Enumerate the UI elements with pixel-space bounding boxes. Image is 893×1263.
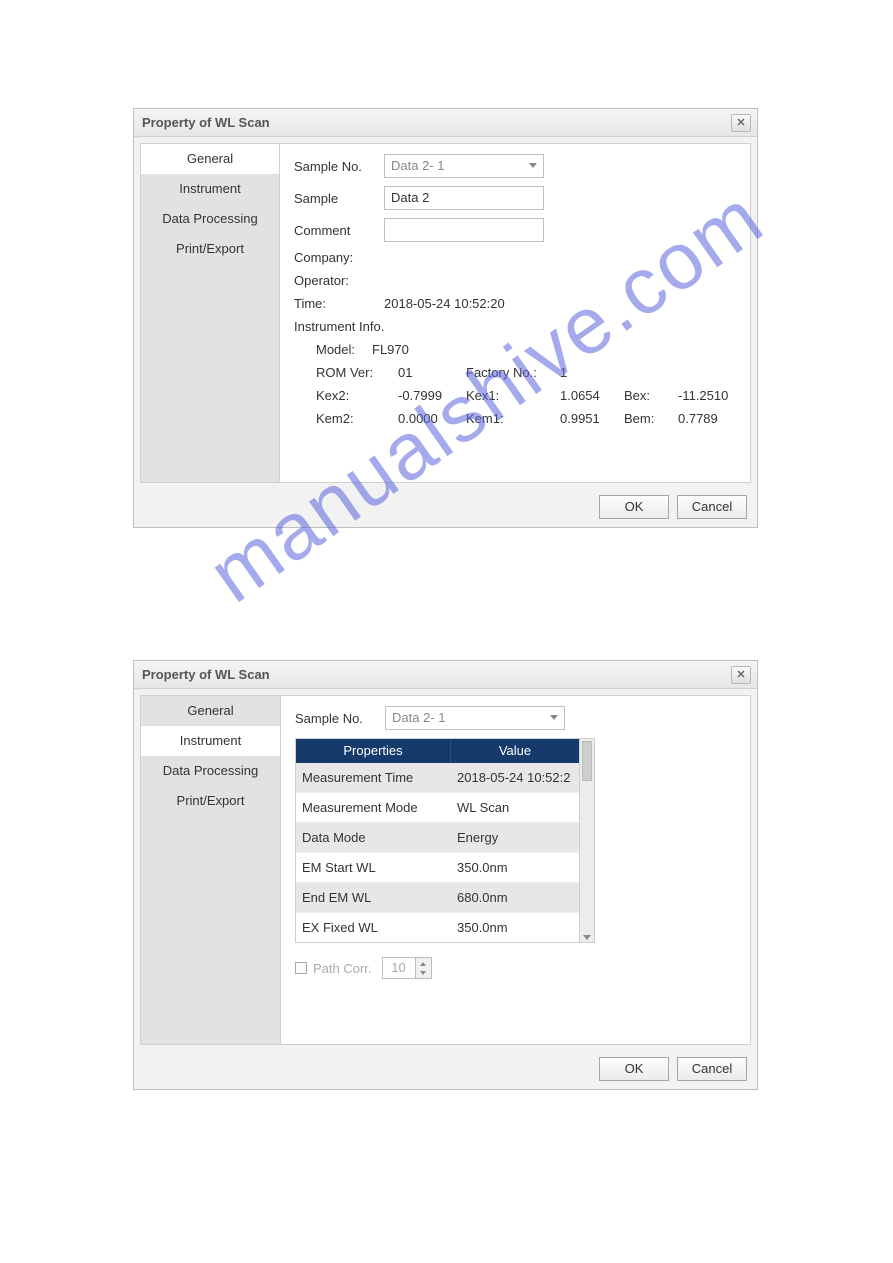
th-value: Value: [451, 739, 579, 763]
path-corr-value: 10: [383, 958, 415, 978]
kex1-value: 1.0654: [560, 388, 620, 403]
bex-label: Bex:: [624, 388, 674, 403]
sample-no-label: Sample No.: [295, 711, 385, 726]
path-corr-label: Path Corr.: [313, 961, 372, 976]
kex2-label: Kex2:: [316, 388, 394, 403]
comment-input[interactable]: [384, 218, 544, 242]
cancel-button[interactable]: Cancel: [677, 1057, 747, 1081]
table-row: Data Mode Energy: [296, 823, 579, 853]
comment-label: Comment: [294, 223, 384, 238]
tab-instrument[interactable]: Instrument: [141, 174, 279, 204]
dialog-title: Property of WL Scan: [142, 667, 270, 682]
table-scrollbar[interactable]: [579, 739, 594, 942]
sample-no-value: Data 2- 1: [391, 155, 444, 177]
cancel-button[interactable]: Cancel: [677, 495, 747, 519]
tab-general[interactable]: General: [141, 144, 279, 174]
bem-label: Bem:: [624, 411, 674, 426]
chevron-down-icon: [583, 935, 591, 940]
th-properties: Properties: [296, 739, 451, 763]
tab-print-export[interactable]: Print/Export: [141, 234, 279, 264]
instrument-info-section: Instrument Info. Model: FL970 ROM Ver: 0…: [294, 319, 740, 426]
kem2-label: Kem2:: [316, 411, 394, 426]
kem1-label: Kem1:: [466, 411, 556, 426]
property-wl-scan-dialog-instrument: Property of WL Scan ✕ General Instrument…: [133, 660, 758, 1090]
factory-label: Factory No.:: [466, 365, 556, 380]
path-corr-spinner[interactable]: 10: [382, 957, 432, 979]
kex2-value: -0.7999: [398, 388, 462, 403]
property-wl-scan-dialog-general: Property of WL Scan ✕ General Instrument…: [133, 108, 758, 528]
close-icon[interactable]: ✕: [731, 114, 751, 132]
spinner-down-icon[interactable]: [416, 968, 431, 978]
general-content: Sample No. Data 2- 1 Sample Data 2 Comme…: [280, 144, 750, 482]
table-header: Properties Value: [296, 739, 579, 763]
path-corr-row: Path Corr. 10: [295, 957, 740, 979]
romver-value: 01: [398, 365, 462, 380]
sample-no-label: Sample No.: [294, 159, 384, 174]
table-row: Measurement Time 2018-05-24 10:52:2: [296, 763, 579, 793]
sidebar: General Instrument Data Processing Print…: [141, 696, 281, 1044]
kem1-value: 0.9951: [560, 411, 620, 426]
dialog-title: Property of WL Scan: [142, 115, 270, 130]
model-value: FL970: [372, 342, 409, 357]
company-label: Company:: [294, 250, 384, 265]
kex1-label: Kex1:: [466, 388, 556, 403]
sample-no-dropdown[interactable]: Data 2- 1: [385, 706, 565, 730]
sample-no-dropdown[interactable]: Data 2- 1: [384, 154, 544, 178]
romver-label: ROM Ver:: [316, 365, 394, 380]
path-corr-checkbox[interactable]: [295, 962, 307, 974]
table-row: End EM WL 680.0nm: [296, 883, 579, 913]
titlebar: Property of WL Scan ✕: [134, 109, 757, 137]
time-value: 2018-05-24 10:52:20: [384, 296, 505, 311]
scroll-thumb[interactable]: [582, 741, 592, 781]
instrument-info-header: Instrument Info.: [294, 319, 384, 334]
properties-table: Properties Value Measurement Time 2018-0…: [295, 738, 595, 943]
instrument-content: Sample No. Data 2- 1 Properties Value Me…: [281, 696, 750, 1044]
spinner-up-icon[interactable]: [416, 958, 431, 968]
operator-label: Operator:: [294, 273, 384, 288]
bem-value: 0.7789: [678, 411, 740, 426]
tab-data-processing[interactable]: Data Processing: [141, 204, 279, 234]
ok-button[interactable]: OK: [599, 495, 669, 519]
table-row: Measurement Mode WL Scan: [296, 793, 579, 823]
sample-no-value: Data 2- 1: [392, 707, 445, 729]
kem2-value: 0.0000: [398, 411, 462, 426]
close-icon[interactable]: ✕: [731, 666, 751, 684]
sidebar: General Instrument Data Processing Print…: [141, 144, 280, 482]
chevron-down-icon: [550, 715, 558, 720]
tab-general[interactable]: General: [141, 696, 280, 726]
titlebar: Property of WL Scan ✕: [134, 661, 757, 689]
chevron-down-icon: [529, 163, 537, 168]
sample-input[interactable]: Data 2: [384, 186, 544, 210]
table-row: EM Start WL 350.0nm: [296, 853, 579, 883]
tab-print-export[interactable]: Print/Export: [141, 786, 280, 816]
bex-value: -11.2510: [678, 388, 740, 403]
tab-instrument[interactable]: Instrument: [141, 726, 280, 756]
factory-value: 1: [560, 365, 620, 380]
table-row: EX Fixed WL 350.0nm: [296, 913, 579, 942]
model-label: Model:: [294, 342, 372, 357]
sample-label: Sample: [294, 191, 384, 206]
ok-button[interactable]: OK: [599, 1057, 669, 1081]
time-label: Time:: [294, 296, 384, 311]
tab-data-processing[interactable]: Data Processing: [141, 756, 280, 786]
